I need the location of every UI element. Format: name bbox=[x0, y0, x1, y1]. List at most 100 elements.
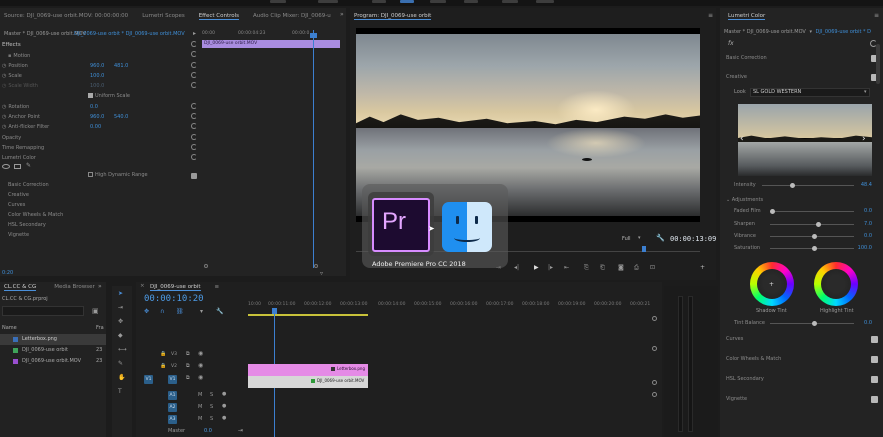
sequence-menu-icon[interactable]: ≡ bbox=[215, 284, 220, 290]
scroll-knob-icon[interactable] bbox=[652, 346, 657, 351]
menu-item[interactable] bbox=[270, 0, 286, 3]
clip-video-mov[interactable]: DJI_0069-use orbit.MOV bbox=[248, 376, 368, 388]
track-target-v1[interactable]: V1 bbox=[168, 375, 177, 384]
vr-icon[interactable]: ⊡ bbox=[650, 264, 655, 271]
section-curves[interactable]: Curves bbox=[726, 336, 878, 343]
solo-button[interactable]: S bbox=[210, 416, 213, 422]
timeline-timecode[interactable]: 00:00:10:20 bbox=[144, 294, 204, 304]
project-search[interactable] bbox=[2, 306, 84, 316]
menu-item[interactable] bbox=[502, 0, 518, 3]
tab-source[interactable]: Source: DJI_0069-use orbit.MOV: 00:00:00… bbox=[4, 13, 128, 19]
scroll-knob-icon[interactable] bbox=[652, 380, 657, 385]
track-lock-icon[interactable]: 🔒 bbox=[160, 351, 166, 357]
menu-item[interactable] bbox=[430, 0, 446, 3]
premiere-pro-icon[interactable]: Pr bbox=[372, 198, 430, 252]
lumetri-scrollbar[interactable] bbox=[876, 44, 880, 84]
intensity-knob[interactable] bbox=[790, 183, 795, 188]
rectangle-mask-icon[interactable] bbox=[14, 164, 21, 169]
eye-icon[interactable]: ◉ bbox=[198, 350, 203, 357]
section-color-wheels[interactable]: Color Wheels & Match bbox=[726, 356, 878, 363]
menu-item[interactable] bbox=[536, 0, 554, 3]
property-value[interactable]: 0.0 bbox=[90, 104, 98, 110]
curves-enable-checkbox[interactable] bbox=[871, 336, 878, 343]
property-value-2[interactable]: 540.0 bbox=[114, 114, 128, 120]
sequence-clip-label[interactable]: DJI_0069-use orbit * DJI_0069-use orbit.… bbox=[74, 31, 185, 37]
stopwatch-icon[interactable]: ◷ bbox=[2, 104, 6, 110]
section-basic-correction[interactable]: Basic Correction bbox=[726, 55, 878, 62]
tint-balance-slider[interactable] bbox=[770, 321, 854, 326]
lumetri-section-basic[interactable]: Basic Correction bbox=[8, 182, 49, 188]
reset-icon[interactable] bbox=[191, 113, 197, 119]
ec-playhead[interactable] bbox=[313, 30, 314, 268]
lumetri-menu-icon[interactable]: ≡ bbox=[874, 12, 879, 19]
mute-button[interactable]: M bbox=[198, 416, 202, 422]
reset-icon[interactable] bbox=[191, 82, 197, 88]
column-header-name[interactable]: Name bbox=[2, 325, 17, 331]
wrench-icon[interactable]: 🔧 bbox=[656, 234, 665, 242]
look-select[interactable]: SL GOLD WESTERN bbox=[750, 88, 870, 97]
menu-item[interactable] bbox=[464, 0, 478, 3]
reset-icon[interactable] bbox=[191, 72, 197, 78]
stopwatch-icon[interactable]: ◷ bbox=[2, 114, 6, 120]
mute-button[interactable]: M bbox=[198, 404, 202, 410]
reset-icon[interactable] bbox=[191, 103, 197, 109]
tab-effect-controls[interactable]: Effect Controls bbox=[198, 13, 240, 20]
extract-icon[interactable]: ⎗ bbox=[600, 264, 605, 272]
program-fit-select[interactable]: Full bbox=[622, 236, 631, 242]
clip-letterbox[interactable]: Letterbox.png bbox=[248, 364, 368, 376]
play-only-icon[interactable]: ▸ bbox=[193, 30, 196, 37]
tab-project[interactable]: CL.CC & CG bbox=[4, 284, 37, 291]
menu-item[interactable] bbox=[372, 0, 386, 3]
sync-lock-icon[interactable]: ⧉ bbox=[186, 351, 190, 357]
linked-selection-icon[interactable]: ⛓ bbox=[176, 308, 184, 315]
mic-icon[interactable]: ● bbox=[222, 403, 226, 409]
menu-item[interactable] bbox=[318, 0, 338, 3]
adjustment-slider[interactable] bbox=[770, 222, 854, 227]
fx-toggle[interactable]: fx bbox=[728, 40, 734, 47]
new-bin-icon[interactable]: ▣ bbox=[92, 307, 99, 315]
reset-icon[interactable] bbox=[191, 51, 197, 57]
reset-icon[interactable] bbox=[191, 144, 197, 150]
column-header-fps[interactable]: Fra bbox=[96, 325, 104, 331]
intensity-value[interactable]: 48.4 bbox=[861, 182, 872, 188]
eye-icon[interactable]: ◉ bbox=[198, 374, 203, 381]
reset-icon[interactable] bbox=[191, 41, 197, 47]
scroll-knob-icon[interactable] bbox=[652, 316, 657, 321]
ec-playhead-handle[interactable] bbox=[310, 33, 317, 38]
tab-lumetri-scopes[interactable]: Lumetri Scopes bbox=[142, 13, 185, 19]
track-lock-icon[interactable]: 🔒 bbox=[160, 363, 166, 369]
ellipse-mask-icon[interactable] bbox=[2, 164, 10, 169]
go-to-out-icon[interactable]: ⇤ bbox=[564, 264, 569, 271]
razor-tool-icon[interactable]: ◆ bbox=[118, 332, 123, 339]
property-value[interactable]: 0.00 bbox=[90, 124, 101, 130]
selection-tool-icon[interactable]: ➤ bbox=[118, 290, 123, 297]
mute-button[interactable]: M bbox=[198, 392, 202, 398]
sync-lock-icon[interactable]: ⧉ bbox=[186, 363, 190, 369]
export-frame-icon[interactable]: ◙ bbox=[618, 264, 624, 271]
look-preview[interactable] bbox=[738, 104, 872, 176]
step-forward-icon[interactable]: |▸ bbox=[548, 264, 553, 271]
slider-value[interactable]: 100.0 bbox=[858, 245, 872, 251]
sync-lock-icon[interactable]: ⧉ bbox=[186, 375, 190, 381]
solo-button[interactable]: S bbox=[210, 404, 213, 410]
button-editor-icon[interactable]: ⎙ bbox=[634, 264, 639, 272]
add-button-icon[interactable]: + bbox=[700, 264, 705, 271]
slider-knob[interactable] bbox=[816, 222, 821, 227]
tint-balance-knob[interactable] bbox=[812, 321, 817, 326]
lumetri-clip-selector[interactable]: Master * DJI_0069-use orbit.MOV ▾ DJI_00… bbox=[724, 29, 880, 35]
slip-tool-icon[interactable]: ⟷ bbox=[118, 346, 127, 353]
intensity-slider[interactable] bbox=[762, 183, 854, 188]
lumetri-section-vignette[interactable]: Vignette bbox=[8, 232, 29, 238]
add-marker-icon[interactable]: ▾ bbox=[200, 308, 203, 315]
slider-value[interactable]: 0.0 bbox=[864, 208, 872, 214]
reset-icon[interactable] bbox=[191, 62, 197, 68]
work-area-bar[interactable] bbox=[248, 314, 368, 316]
vignette-enable-checkbox[interactable] bbox=[871, 396, 878, 403]
master-volume[interactable]: 0.0 bbox=[204, 428, 212, 434]
pen-tool-icon[interactable]: ✎ bbox=[118, 360, 123, 367]
lumetri-section-creative[interactable]: Creative bbox=[8, 192, 29, 198]
track-target-a3[interactable]: A3 bbox=[168, 415, 177, 424]
adjustments-header[interactable]: ⌄ Adjustments bbox=[726, 197, 876, 203]
timeline-settings-icon[interactable]: 🔧 bbox=[216, 308, 223, 315]
lift-icon[interactable]: ⎘ bbox=[584, 264, 589, 272]
